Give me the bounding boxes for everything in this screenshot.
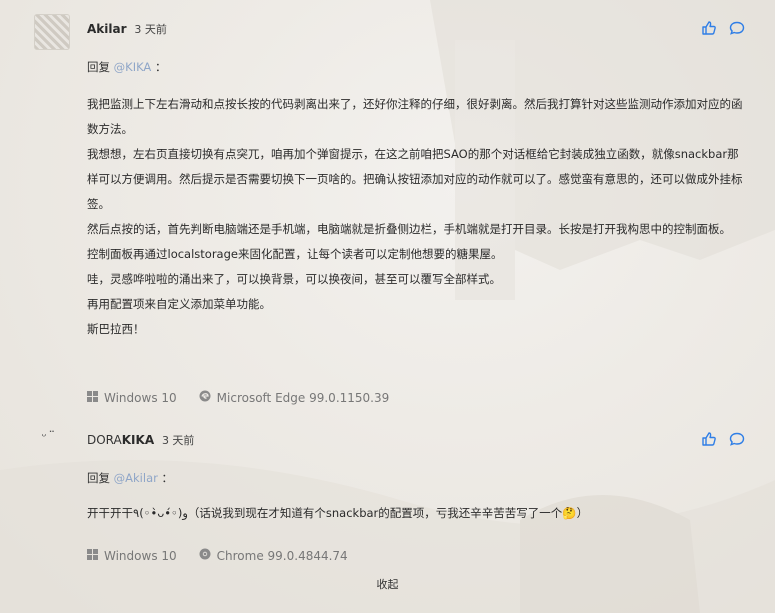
avatar[interactable] (34, 14, 70, 50)
comment-time: 3 天前 (161, 434, 195, 447)
comment-paragraph: 开干开干٩(◦•̀ᴗ•́◦)و（话说我到现在才知道有个snackbar的配置项，… (87, 506, 589, 520)
reply-suffix: ： (161, 471, 174, 485)
comment-author[interactable]: Akilar (87, 22, 127, 36)
comment-paragraph: 再用配置项来自定义添加菜单功能。 (87, 297, 271, 311)
browser-label: Microsoft Edge 99.0.1150.39 (216, 390, 390, 405)
author-prefix: DORA (87, 433, 122, 447)
thumbs-up-icon[interactable] (701, 431, 717, 447)
comment-paragraph: 控制面板再通过localstorage来固化配置，让每个读者可以定制他想要的糖果… (87, 247, 503, 261)
mention-link[interactable]: @Akilar (114, 471, 158, 485)
windows-icon (87, 548, 98, 563)
chrome-icon (199, 548, 211, 563)
comment-time: 3 天前 (134, 23, 167, 36)
comment-actions (701, 431, 745, 447)
reply-to: 回复 @Akilar ： (87, 470, 173, 486)
reply-to: 回复 @KIKA ： (87, 59, 166, 75)
browser-label: Chrome 99.0.4844.74 (216, 548, 348, 563)
comment-body: 我把监测上下左右滑动和点按长按的代码剥离出来了，还好你注释的仔细，很好剥离。然后… (87, 92, 747, 342)
comment-body: 开干开干٩(◦•̀ᴗ•́◦)و（话说我到现在才知道有个snackbar的配置项，… (87, 501, 747, 526)
reply-prefix: 回复 (87, 60, 110, 74)
comment-paragraph: 斯巴拉西！ (87, 322, 145, 336)
comment-meta: DORAKIKA 3 天前 (87, 432, 194, 448)
reply-prefix: 回复 (87, 471, 110, 485)
reply-suffix: ： (154, 60, 167, 74)
collapse-button[interactable]: 收起 (0, 576, 775, 592)
comment-paragraph: 哇，灵感哗啦啦的涌出来了，可以换背景，可以换夜间，甚至可以覆写全部样式。 (87, 272, 501, 286)
comment-author[interactable]: DORAKIKA (87, 433, 154, 447)
comment-meta: Akilar 3 天前 (87, 21, 167, 37)
comment-paragraph: 我想想，左右页直接切换有点突兀，咱再加个弹窗提示，在这之前咱把SAO的那个对话框… (87, 147, 743, 211)
avatar[interactable]: ᵕ̈ (40, 430, 48, 445)
chat-bubble-icon[interactable] (729, 20, 745, 36)
author-main: KIKA (121, 433, 155, 447)
comment-actions (701, 20, 745, 36)
edge-icon (199, 390, 211, 405)
os-label: Windows 10 (104, 390, 177, 405)
chat-bubble-icon[interactable] (729, 431, 745, 447)
user-agent: Windows 10 Chrome 99.0.4844.74 (87, 548, 348, 563)
os-label: Windows 10 (104, 548, 177, 563)
comment-paragraph: 我把监测上下左右滑动和点按长按的代码剥离出来了，还好你注释的仔细，很好剥离。然后… (87, 97, 743, 136)
thumbs-up-icon[interactable] (701, 20, 717, 36)
user-agent: Windows 10 Microsoft Edge 99.0.1150.39 (87, 390, 389, 405)
mention-link[interactable]: @KIKA (114, 60, 152, 74)
comment-paragraph: 然后点按的话，首先判断电脑端还是手机端，电脑端就是折叠侧边栏，手机端就是打开目录… (87, 222, 731, 236)
windows-icon (87, 390, 98, 405)
